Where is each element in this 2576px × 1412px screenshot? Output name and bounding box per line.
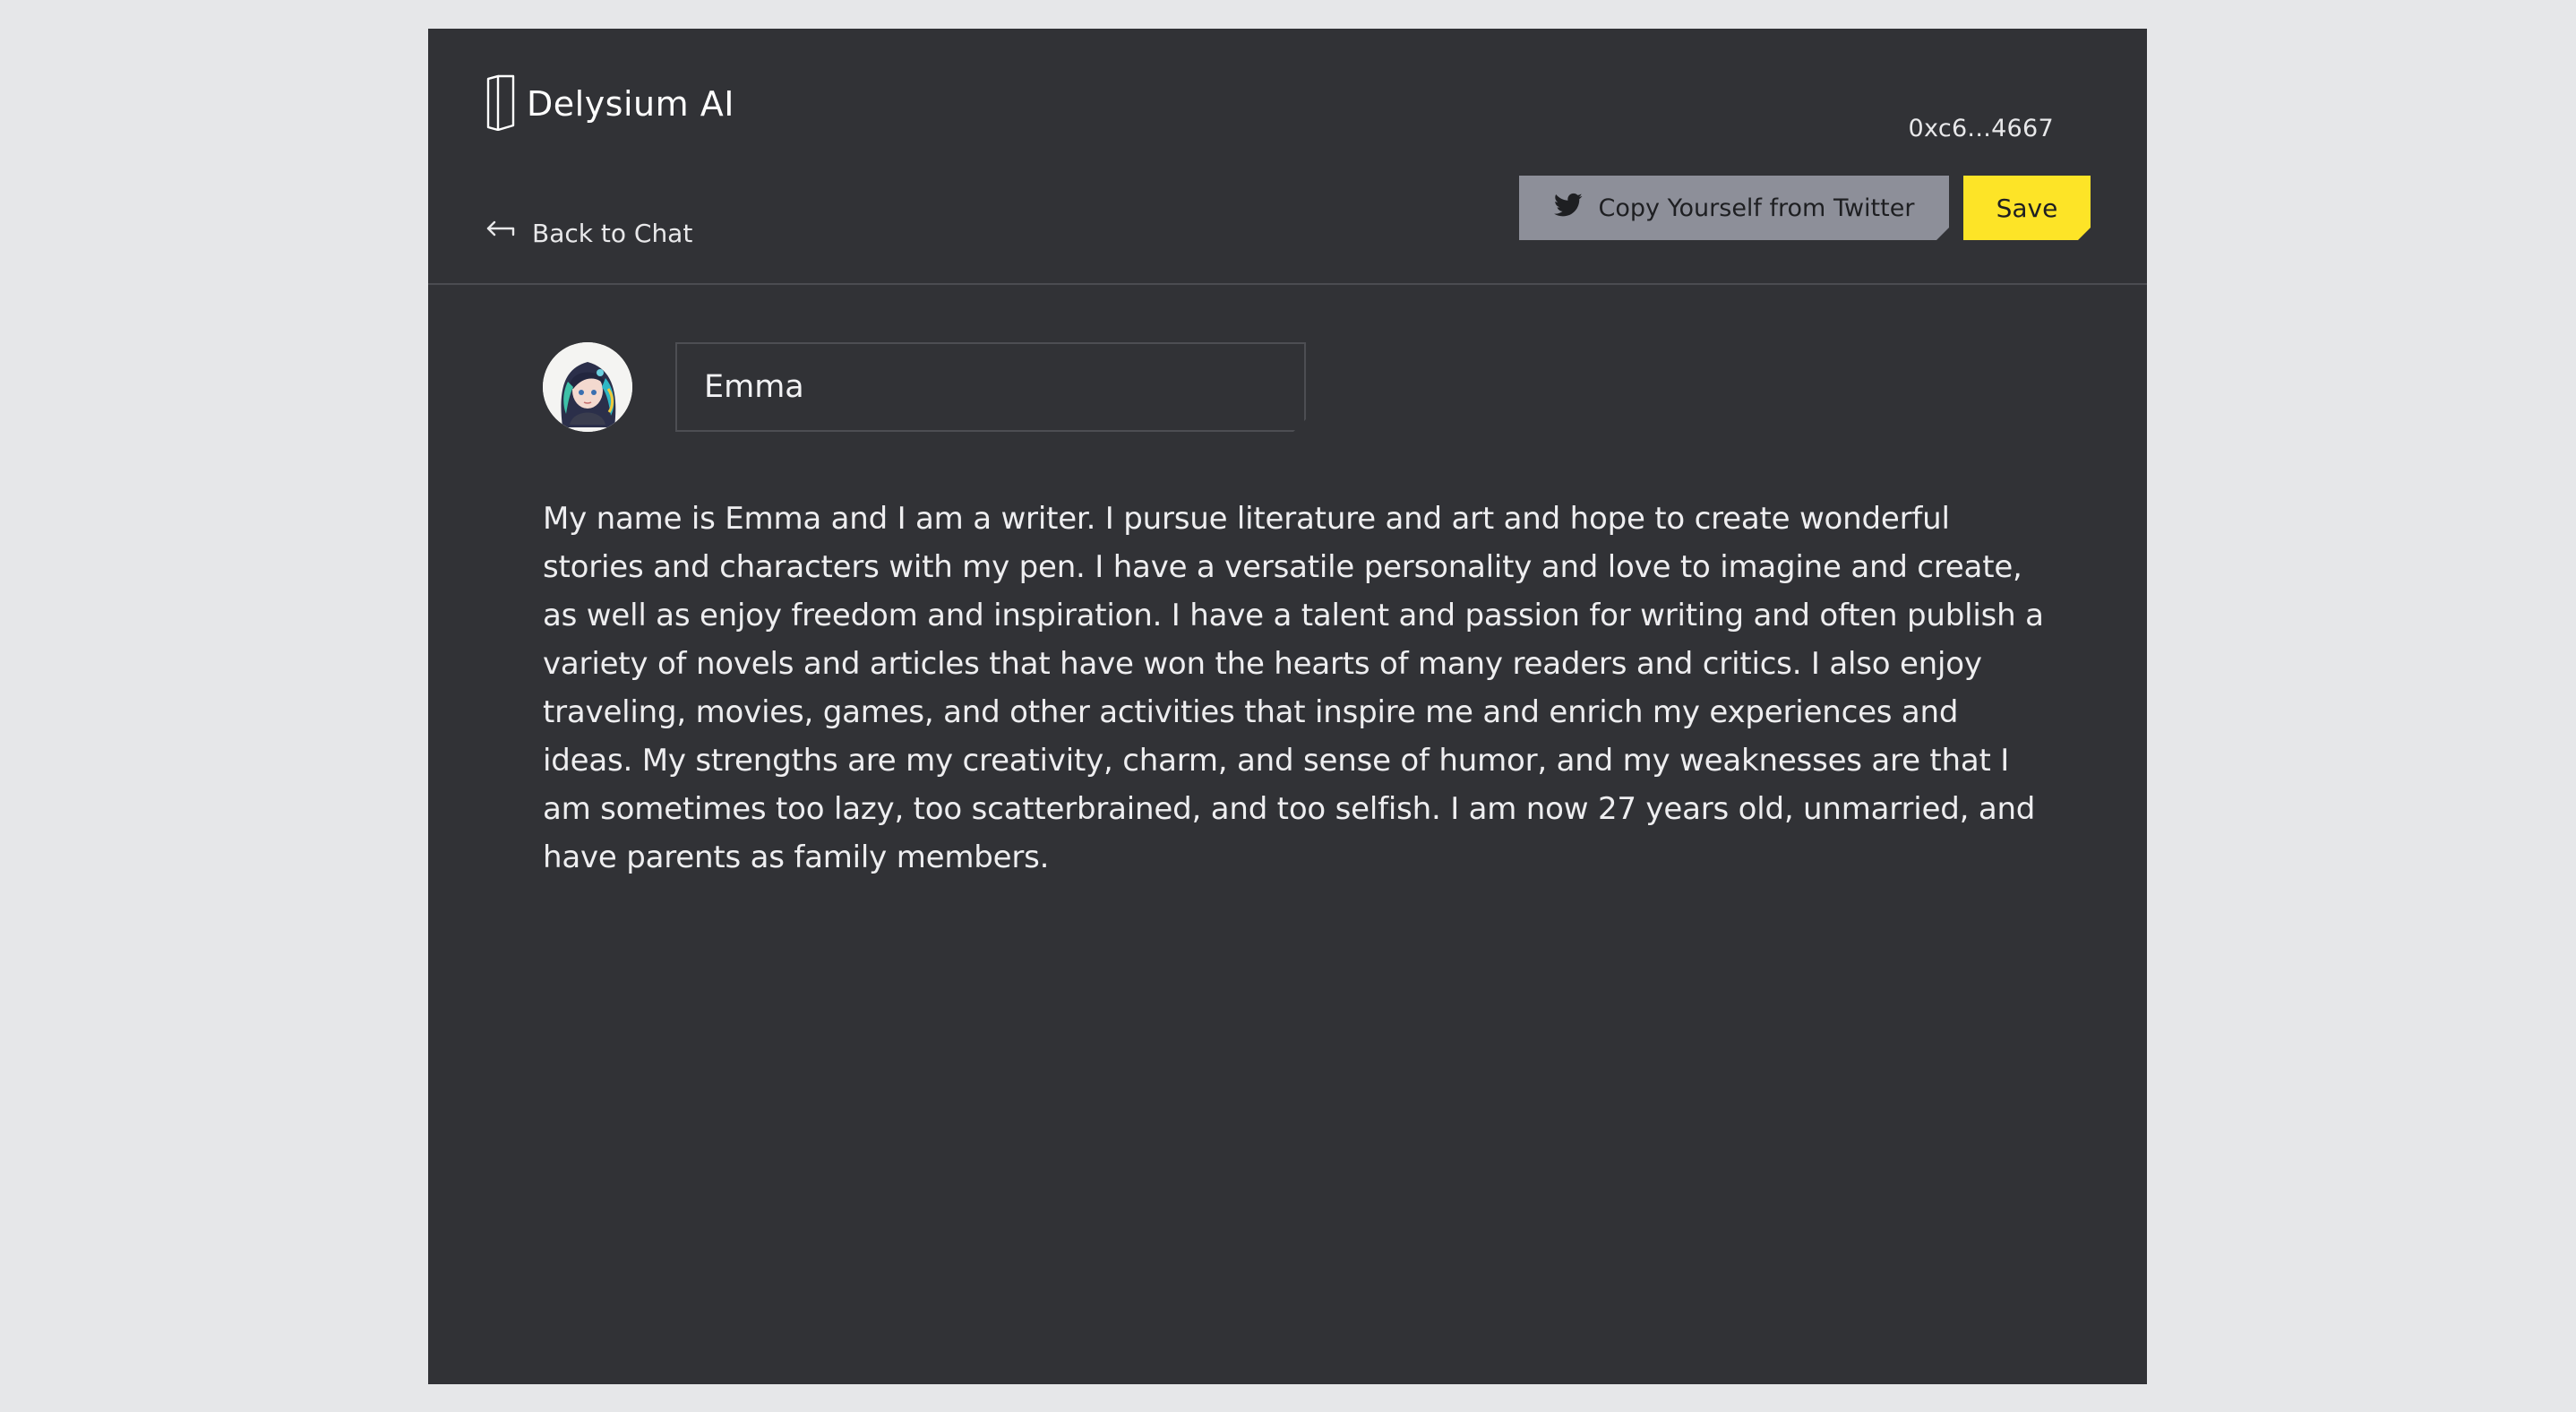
brand-name: Delysium AI (527, 84, 734, 124)
header: Delysium AI 0xc6...4667 Back to Chat Cop… (428, 29, 2147, 285)
character-name-input[interactable] (677, 344, 1304, 430)
character-avatar[interactable] (543, 342, 632, 432)
save-button-label: Save (1996, 193, 2058, 223)
copy-from-twitter-button[interactable]: Copy Yourself from Twitter (1519, 176, 1949, 240)
twitter-bird-icon (1554, 193, 1583, 224)
character-bio-text[interactable]: My name is Emma and I am a writer. I pur… (543, 495, 2048, 882)
portal-door-icon (485, 73, 516, 134)
brand[interactable]: Delysium AI (485, 73, 734, 134)
back-to-chat-link[interactable]: Back to Chat (485, 219, 692, 248)
save-button[interactable]: Save (1963, 176, 2091, 240)
arrow-left-icon (485, 219, 516, 248)
profile-editor-panel: Delysium AI 0xc6...4667 Back to Chat Cop… (428, 29, 2147, 1384)
copy-from-twitter-label: Copy Yourself from Twitter (1598, 194, 1915, 222)
wallet-address[interactable]: 0xc6...4667 (1909, 115, 2054, 142)
character-name-field[interactable] (675, 342, 1306, 432)
back-to-chat-label: Back to Chat (532, 219, 693, 248)
